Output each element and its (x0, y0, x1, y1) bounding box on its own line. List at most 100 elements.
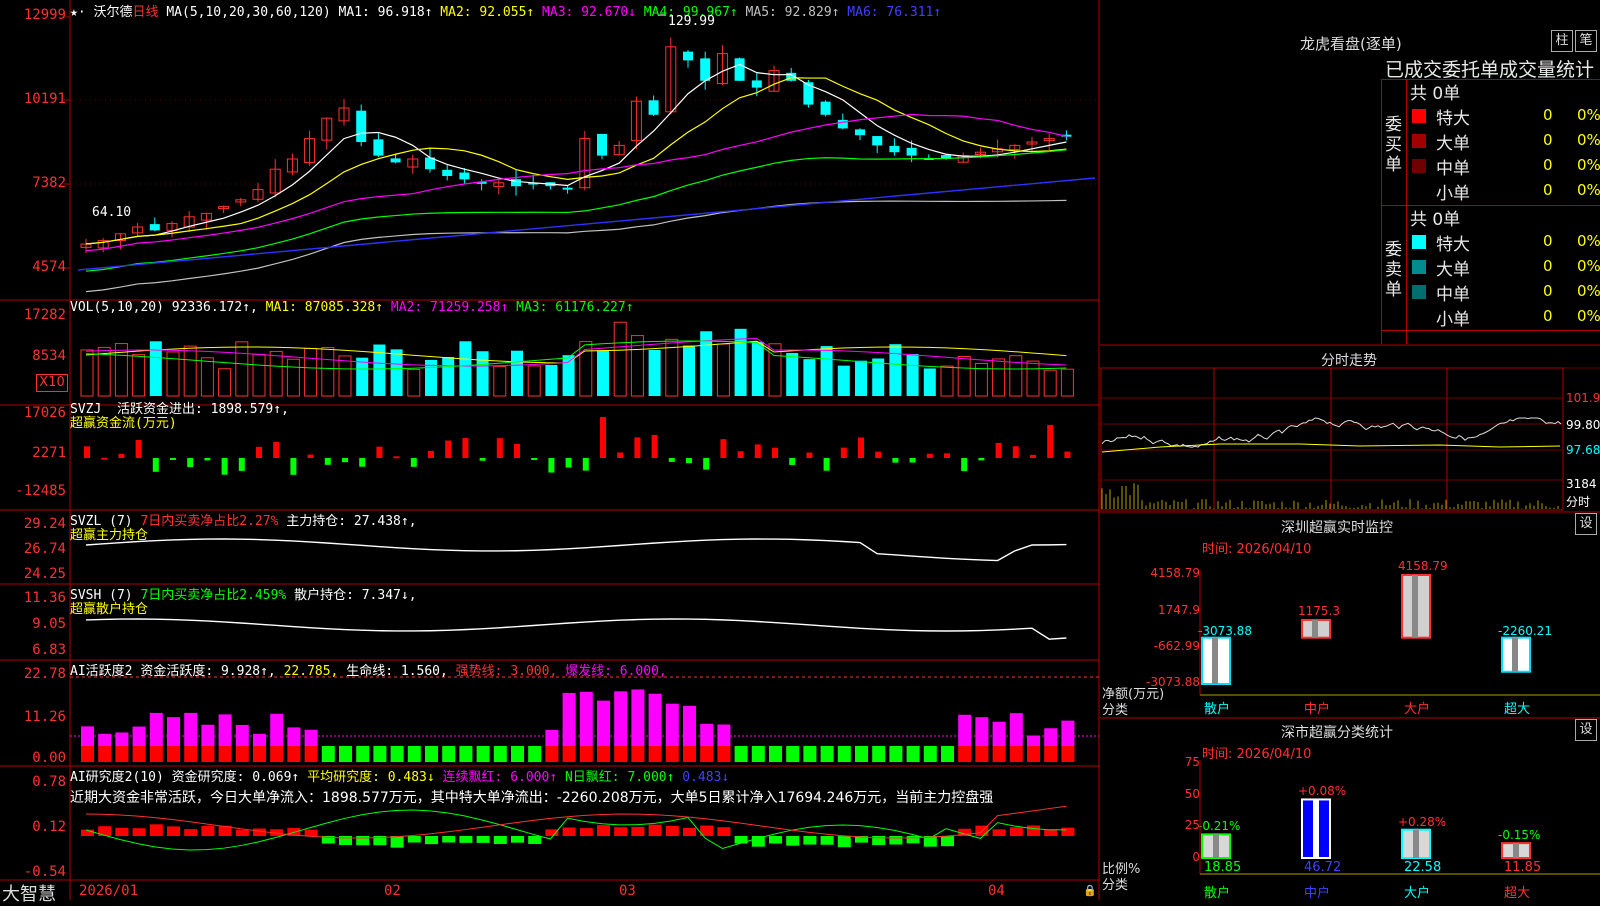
kline-chart-area[interactable] (0, 0, 1100, 900)
volume-bar (803, 359, 816, 396)
volume-bar (252, 353, 266, 397)
ai-research-bar (717, 827, 731, 836)
candle (648, 100, 659, 115)
ai-active-top-bar (700, 723, 714, 746)
volume-bar (630, 335, 644, 397)
ai-research-bar (562, 827, 576, 836)
ai-active-top-bar (958, 714, 972, 746)
intraday-title: 分时走势 (1321, 353, 1377, 369)
ai-active-top-bar (235, 724, 249, 746)
volume-bar (218, 368, 232, 397)
svzj-bar (617, 452, 624, 458)
intraday-axis-label: 101.9 (1566, 391, 1600, 405)
order-percent: 0% (1577, 307, 1600, 325)
ai-active-base-bar (321, 746, 335, 762)
svzj-bar (531, 458, 538, 460)
ai-research-bar (132, 828, 146, 836)
star-icon[interactable]: ★· (70, 5, 86, 20)
ai-active-top-bar (648, 693, 662, 746)
ai-active-base-bar (614, 746, 628, 762)
ai-active-base-bar (665, 746, 679, 762)
candle (562, 187, 573, 190)
ai-research-bar (941, 836, 954, 847)
candle (734, 58, 745, 81)
sz-monitor-title: 深圳超赢实时监控 (1281, 520, 1393, 536)
ai-active-base-bar (975, 746, 989, 762)
ma-line (85, 149, 1067, 272)
order-total: 共 0单 (1410, 210, 1461, 230)
ai-active-base-bar (992, 746, 1006, 762)
svzj-bar (840, 447, 847, 458)
sz-class-title: 深市超赢分类统计 (1281, 725, 1393, 741)
ai-active-top-bar (992, 721, 1006, 746)
svzj-bar (324, 458, 331, 465)
svzj-bar (410, 458, 417, 467)
bar-mode-button[interactable]: 柱 (1551, 30, 1573, 52)
svzj-bar (1064, 451, 1071, 458)
buy-side-label: 委买单 (1385, 115, 1402, 175)
vol-legend: VOL(5,10,20) 92336.172↑, MA1: 87085.328↑… (70, 300, 634, 315)
ai-active-top-bar (201, 724, 215, 746)
svzj-bar (1030, 454, 1036, 458)
order-count: 0 (1543, 106, 1553, 124)
ai-active-top-bar (614, 691, 628, 746)
candle (889, 145, 900, 153)
order-percent: 0% (1577, 156, 1600, 174)
ai-active-top-bar (81, 726, 94, 746)
ai-research-bar (889, 836, 903, 845)
order-percent: 0% (1577, 181, 1600, 199)
ai-research-bar (167, 826, 180, 836)
volume-bar (1060, 368, 1074, 397)
svzj-bar (152, 458, 159, 472)
order-color-swatch (1412, 109, 1426, 123)
volume-bar (235, 341, 249, 397)
sz-monitor-settings-button[interactable]: 设 (1575, 513, 1597, 535)
sz-monitor-value-label: -2260.21 (1498, 623, 1552, 638)
ai-active-top-bar (1061, 720, 1075, 746)
volume-bar (407, 368, 421, 397)
candle (356, 110, 367, 142)
sz-class-settings-button[interactable]: 设 (1575, 719, 1597, 741)
ai-active-top-bar (304, 729, 318, 746)
svzj-bar (118, 453, 125, 458)
svzj-bar (221, 458, 228, 475)
sz-monitor-value-label: 4158.79 (1398, 559, 1448, 573)
svzj-bar (858, 437, 864, 458)
volume-bar (786, 353, 799, 396)
svzj-bar (273, 441, 280, 458)
sz-class-delta-label: -0.21% (1198, 819, 1241, 834)
ma-legend-item: MA6: 76.311↑ (847, 5, 942, 20)
ai-research-line-2 (85, 805, 1067, 839)
date-tick: 03 (619, 883, 636, 899)
sz-monitor-bar (1201, 636, 1231, 685)
lock-icon[interactable]: 🔒 (1083, 884, 1097, 897)
volume-bar (114, 343, 128, 397)
intraday-frame (1100, 367, 1564, 511)
ai-active-base-bar (98, 746, 112, 762)
order-size-label: 中单 (1436, 159, 1470, 179)
stock-name[interactable]: 沃尔德 (93, 5, 132, 20)
ai-active-base-bar (81, 746, 94, 762)
tick-mode-button[interactable]: 笔 (1575, 30, 1597, 52)
volume-bar (889, 344, 902, 396)
ai-research-bar (837, 836, 851, 848)
volume-bar (940, 365, 954, 397)
ai-active-base-bar (459, 746, 473, 762)
ai-research-bar (1061, 827, 1075, 836)
volume-bar (321, 347, 335, 397)
svzj-bar (720, 439, 727, 458)
ai-active-base-bar (339, 746, 352, 762)
ai-active-base-bar (958, 746, 972, 762)
candle (700, 58, 711, 81)
svzj-subtitle: 超赢资金流(万元) (70, 416, 177, 431)
svzj-axis-label: 17026 (23, 405, 66, 421)
ai-active-base-bar (390, 746, 404, 762)
period-label[interactable]: 日线 (133, 5, 159, 20)
ai-active-base-bar (493, 746, 507, 762)
ai-research-axis-label: 0.78 (32, 774, 66, 790)
ai-active-base-bar (683, 746, 696, 762)
ai-active-top-bar (631, 689, 645, 746)
order-count: 0 (1543, 307, 1553, 325)
vol-unit-button[interactable]: X10 (36, 374, 68, 392)
sz-class-category: 中户 (1304, 886, 1331, 901)
